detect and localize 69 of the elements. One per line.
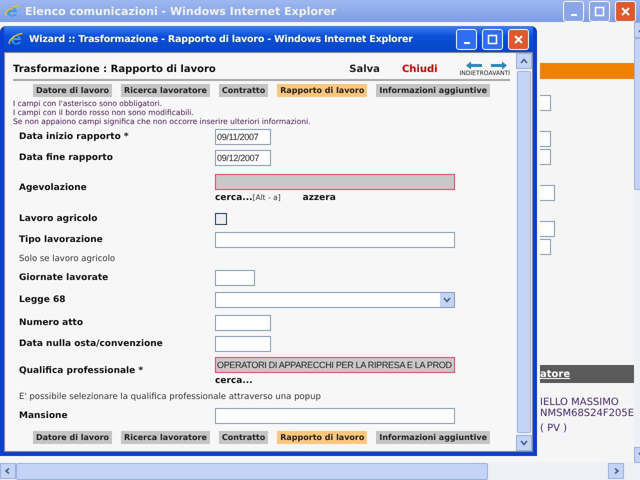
step-tab[interactable]: Datore di lavoro <box>32 431 112 444</box>
input-field[interactable]: OPERATORI DI APPARECCHI PER LA RIPRESA E LA PROD <box>215 356 455 372</box>
browser-logo-icon <box>8 31 24 47</box>
field-label: Numero atto <box>18 318 84 328</box>
step-tab[interactable]: Ricerca lavoratore <box>121 84 210 97</box>
input-field <box>540 149 551 165</box>
input-field[interactable]: 09/12/2007 <box>215 150 271 166</box>
maximize-button[interactable] <box>589 0 610 22</box>
hint-text: E' possibile selezionare la qualifica professionale attraverso una popup <box>18 392 321 402</box>
close-button[interactable] <box>508 28 529 50</box>
right-arrow-icon <box>490 61 508 70</box>
step-tab[interactable]: Rapporto di lavoro <box>277 431 368 444</box>
window-title: Elenco comunicazioni - Windows Internet Explorer <box>25 4 338 18</box>
link[interactable]: azzera <box>302 192 336 202</box>
step-tab[interactable]: Contratto <box>218 431 268 444</box>
step-tab[interactable]: Ricerca lavoratore <box>121 431 210 444</box>
dropdown-field[interactable] <box>215 292 455 308</box>
input-field[interactable] <box>215 314 271 330</box>
table-cell-text: ( PV ) <box>540 423 568 434</box>
horizontal-scrollbar[interactable] <box>0 463 640 480</box>
input-field[interactable] <box>215 174 455 190</box>
input-field <box>540 131 551 147</box>
column-header-link[interactable]: atore <box>540 368 570 380</box>
table-cell: NMSM68S24F205E <box>540 408 634 419</box>
page-heading: Trasformazione : Rapporto di lavoro <box>13 64 217 74</box>
vertical-scrollbar[interactable] <box>516 53 532 451</box>
step-tab[interactable]: Datore di lavoro <box>32 84 112 97</box>
close-link[interactable]: Chiudi <box>402 64 438 74</box>
left-arrow-icon <box>465 61 484 70</box>
field-label: Data fine rapporto <box>18 152 114 162</box>
minimize-icon <box>464 42 470 44</box>
input-field[interactable] <box>215 270 255 286</box>
field-label: Qualifica professionale * <box>18 366 144 376</box>
field-label: Agevolazione <box>18 183 88 193</box>
table-cell-text: IELLO MASSIMO <box>540 397 620 408</box>
field-label: Giornate lavorate <box>18 272 110 282</box>
minimize-button[interactable] <box>456 28 477 50</box>
save-link[interactable]: Salva <box>349 64 380 74</box>
step-tab[interactable]: Informazioni aggiuntive <box>376 84 490 97</box>
field-label: Lavoro agricolo <box>18 214 98 224</box>
field-label: Data inizio rapporto * <box>18 132 130 142</box>
browser-logo-icon <box>4 3 20 19</box>
maximize-button[interactable] <box>482 28 503 50</box>
input-field <box>540 221 555 237</box>
input-field[interactable]: 09/11/2007 <box>215 128 271 144</box>
close-icon <box>513 34 524 44</box>
input-field[interactable] <box>215 336 271 352</box>
close-icon <box>620 6 631 16</box>
input-field <box>540 95 551 111</box>
link[interactable]: cerca... <box>215 376 253 386</box>
input-field <box>540 239 551 255</box>
field-label: Data nulla osta/convenzione <box>18 338 164 348</box>
checkbox[interactable] <box>215 212 227 224</box>
field-label: Mansione <box>18 410 69 420</box>
minimize-icon <box>570 14 576 16</box>
step-tab[interactable]: Rapporto di lavoro <box>277 84 368 97</box>
field-label: Tipo lavorazione <box>18 234 104 244</box>
field-label: Legge 68 <box>18 295 66 305</box>
hint-text: Solo se lavoro agricolo <box>18 254 116 264</box>
maximize-icon <box>487 34 498 44</box>
input-field[interactable] <box>215 232 455 248</box>
window-title: Wizard :: Trasformazione - Rapporto di lavoro - Windows Internet Explorer <box>29 34 414 44</box>
input-field[interactable] <box>215 408 455 424</box>
input-field <box>540 185 555 201</box>
step-tab[interactable]: Contratto <box>218 84 268 97</box>
step-tab[interactable]: Informazioni aggiuntive <box>376 431 490 444</box>
minimize-button[interactable] <box>563 0 584 22</box>
maximize-icon <box>594 6 605 16</box>
close-button[interactable] <box>615 0 636 22</box>
